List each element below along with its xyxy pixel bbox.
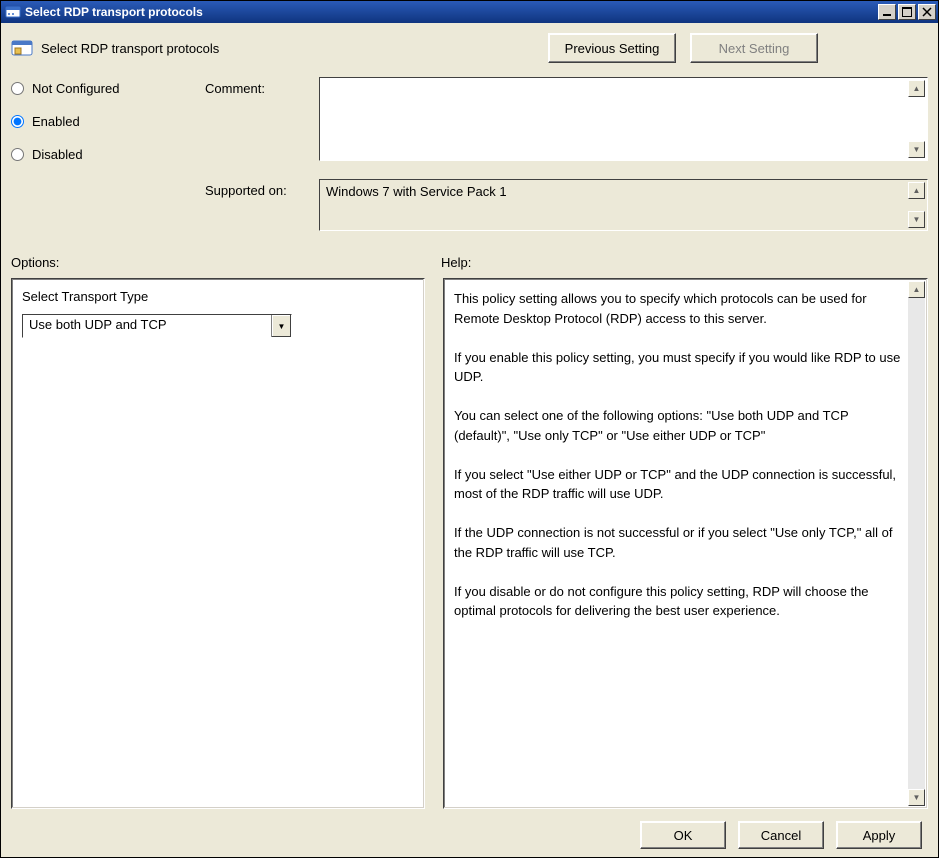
supported-on-box: Windows 7 with Service Pack 1 ▲ ▼: [319, 179, 928, 231]
options-panel: Select Transport Type Use both UDP and T…: [11, 278, 425, 809]
nav-buttons: Previous Setting Next Setting: [548, 33, 928, 63]
maximize-button[interactable]: [898, 4, 916, 20]
state-radio-group: Not Configured Enabled Disabled: [11, 77, 201, 162]
options-section-label: Options:: [11, 255, 441, 270]
window-title: Select RDP transport protocols: [25, 5, 878, 19]
scroll-up-button[interactable]: ▲: [908, 80, 925, 97]
supported-value: Windows 7 with Service Pack 1: [326, 184, 507, 199]
help-panel: This policy setting allows you to specif…: [443, 278, 928, 809]
footer-buttons: OK Cancel Apply: [11, 821, 928, 849]
radio-not-configured-label: Not Configured: [32, 81, 119, 96]
next-setting-button[interactable]: Next Setting: [690, 33, 818, 63]
comment-scroll: ▲ ▼: [908, 80, 925, 158]
radio-not-configured[interactable]: Not Configured: [11, 81, 201, 96]
transport-type-combo[interactable]: Use both UDP and TCP ▼: [22, 314, 292, 338]
header-strip: Select RDP transport protocols Previous …: [11, 33, 928, 63]
titlebar-buttons: [878, 4, 936, 20]
radio-disabled[interactable]: Disabled: [11, 147, 201, 162]
radio-disabled-input[interactable]: [11, 148, 24, 161]
scroll-down-button[interactable]: ▼: [908, 211, 925, 228]
radio-not-configured-input[interactable]: [11, 82, 24, 95]
client-area: Select RDP transport protocols Previous …: [1, 23, 938, 857]
cancel-button[interactable]: Cancel: [738, 821, 824, 849]
radio-enabled-label: Enabled: [32, 114, 80, 129]
transport-type-value: Use both UDP and TCP: [23, 315, 271, 337]
scroll-down-button[interactable]: ▼: [908, 789, 925, 806]
close-button[interactable]: [918, 4, 936, 20]
previous-setting-button[interactable]: Previous Setting: [548, 33, 676, 63]
ok-button[interactable]: OK: [640, 821, 726, 849]
help-section-label: Help:: [441, 255, 928, 270]
help-text: This policy setting allows you to specif…: [454, 289, 903, 621]
titlebar[interactable]: Select RDP transport protocols: [1, 1, 938, 23]
radio-enabled[interactable]: Enabled: [11, 114, 201, 129]
minimize-button[interactable]: [878, 4, 896, 20]
policy-icon: [11, 37, 33, 59]
radio-disabled-label: Disabled: [32, 147, 83, 162]
scroll-down-button[interactable]: ▼: [908, 141, 925, 158]
apply-button[interactable]: Apply: [836, 821, 922, 849]
dialog-window: Select RDP transport protocols Select: [0, 0, 939, 858]
comment-textarea[interactable]: ▲ ▼: [319, 77, 928, 161]
chevron-down-icon[interactable]: ▼: [271, 315, 291, 337]
scroll-up-button[interactable]: ▲: [908, 281, 925, 298]
app-icon: [5, 4, 21, 20]
radio-enabled-input[interactable]: [11, 115, 24, 128]
policy-title: Select RDP transport protocols: [41, 41, 219, 56]
transport-type-label: Select Transport Type: [22, 289, 414, 304]
scroll-up-button[interactable]: ▲: [908, 182, 925, 199]
help-scrollbar[interactable]: ▲ ▼: [908, 281, 925, 806]
supported-label: Supported on:: [205, 179, 315, 198]
comment-label: Comment:: [205, 77, 315, 96]
panels-row: Select Transport Type Use both UDP and T…: [11, 278, 928, 809]
section-labels: Options: Help:: [11, 255, 928, 270]
supported-scroll: ▲ ▼: [908, 182, 925, 228]
scrollbar-track[interactable]: [908, 298, 925, 789]
config-grid: Not Configured Enabled Disabled Comment:…: [11, 77, 928, 231]
